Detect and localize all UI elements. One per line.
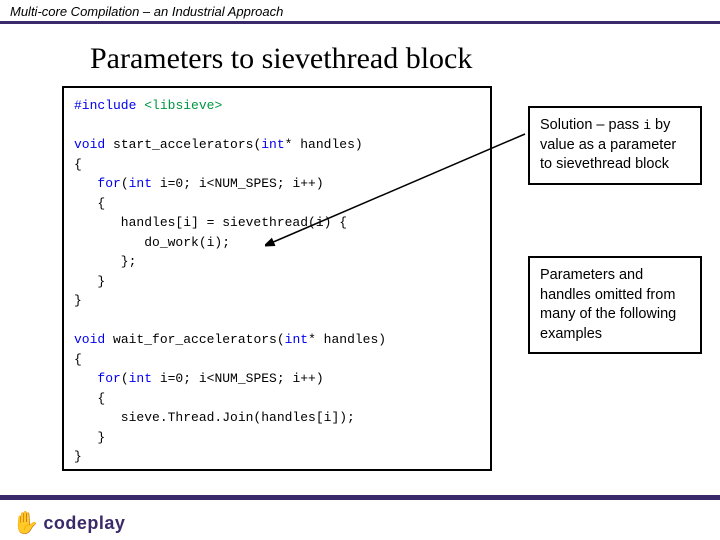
- code-text: };: [74, 254, 136, 269]
- slide-title: Parameters to sievethread block: [90, 42, 720, 76]
- code-text: }: [74, 430, 105, 445]
- code-text: {: [74, 391, 105, 406]
- code-text: }: [74, 293, 82, 308]
- code-text: (: [121, 176, 129, 191]
- code-listing: #include <libsieve> void start_accelerat…: [62, 86, 492, 471]
- code-keyword: #include: [74, 98, 136, 113]
- hand-icon: ✋: [12, 510, 39, 536]
- code-text: i=0; i<NUM_SPES; i++): [152, 371, 324, 386]
- code-text: start_accelerators(: [105, 137, 261, 152]
- main-content: #include <libsieve> void start_accelerat…: [0, 86, 720, 486]
- footer-divider: [0, 495, 720, 500]
- code-text: handles[i] = sievethread(i) {: [74, 215, 347, 230]
- code-keyword: int: [285, 332, 308, 347]
- header-divider: [0, 21, 720, 24]
- code-keyword: int: [261, 137, 284, 152]
- code-keyword: void: [74, 332, 105, 347]
- code-keyword: for: [74, 371, 121, 386]
- callout-note: Parameters and handles omitted from many…: [528, 256, 702, 354]
- code-text: * handles): [285, 137, 363, 152]
- code-text: {: [74, 352, 82, 367]
- code-text: {: [74, 196, 105, 211]
- brand-logo: ✋ codeplay: [12, 510, 125, 536]
- callout-mono: i: [643, 118, 651, 133]
- code-keyword: int: [129, 371, 152, 386]
- code-keyword: for: [74, 176, 121, 191]
- code-text: (: [121, 371, 129, 386]
- callout-solution: Solution – pass i by value as a paramete…: [528, 106, 702, 185]
- code-text: i=0; i<NUM_SPES; i++): [152, 176, 324, 191]
- header-tagline: Multi-core Compilation – an Industrial A…: [0, 0, 720, 21]
- code-keyword: int: [129, 176, 152, 191]
- code-keyword: void: [74, 137, 105, 152]
- callout-text: Solution – pass: [540, 117, 643, 133]
- brand-name: codeplay: [43, 513, 125, 534]
- code-text: wait_for_accelerators(: [105, 332, 284, 347]
- code-text: sieve.Thread.Join(handles[i]);: [74, 410, 355, 425]
- code-include-path: <libsieve>: [144, 98, 222, 113]
- code-text: {: [74, 157, 82, 172]
- code-text: }: [74, 449, 82, 464]
- code-text: }: [74, 274, 105, 289]
- callout-text: Parameters and handles omitted from many…: [540, 267, 676, 342]
- code-text: do_work(i);: [74, 235, 230, 250]
- code-text: * handles): [308, 332, 386, 347]
